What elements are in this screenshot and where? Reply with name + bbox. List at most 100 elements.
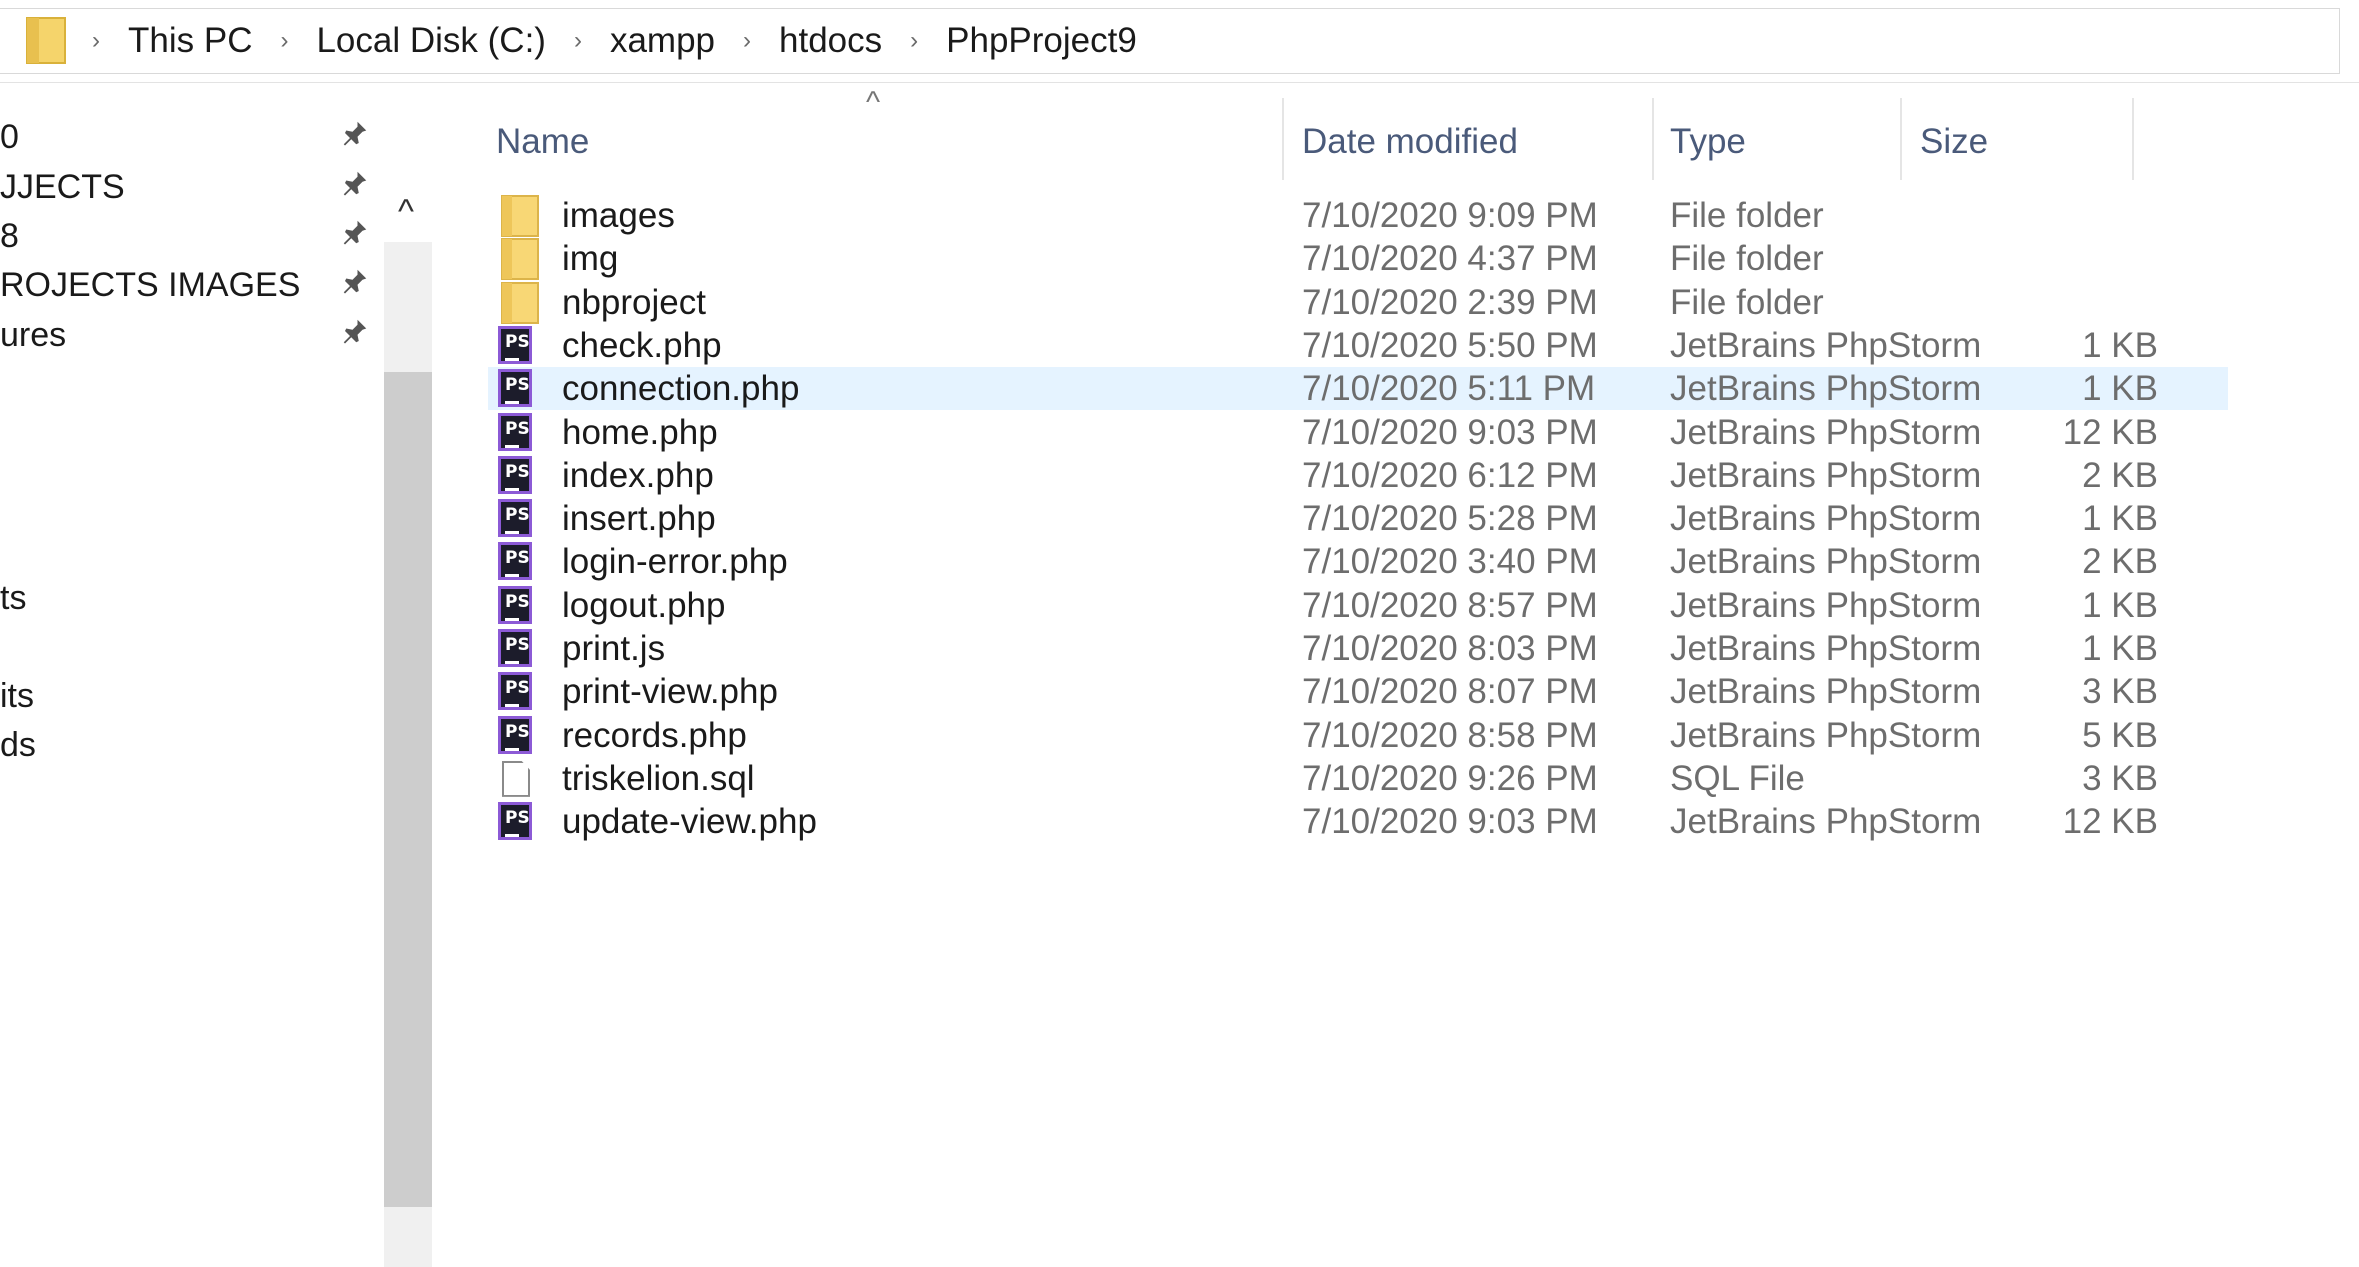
phpstorm-icon: PS xyxy=(498,412,532,451)
file-name: home.php xyxy=(562,412,718,452)
file-size: 1 KB xyxy=(2082,585,2158,625)
file-row[interactable]: PS update-view.php 7/10/2020 9:03 PM JetBra… xyxy=(488,800,2228,843)
breadcrumb-item[interactable]: Local Disk (C:) xyxy=(316,21,545,61)
file-size: 2 KB xyxy=(2082,542,2158,582)
file-size: 1 KB xyxy=(2082,325,2158,365)
file-row[interactable]: PS login-error.php 7/10/2020 3:40 PM JetBra… xyxy=(488,540,2228,583)
file-date-modified: 7/10/2020 8:57 PM xyxy=(1302,585,1598,625)
column-header-date[interactable]: Date modified xyxy=(1302,94,1662,190)
file-date-modified: 7/10/2020 9:09 PM xyxy=(1302,196,1598,235)
file-type: File folder xyxy=(1670,196,1824,235)
phpstorm-icon: PS xyxy=(498,455,532,494)
file-type: JetBrains PhpStorm xyxy=(1670,455,1982,495)
phpstorm-icon: PS xyxy=(498,499,532,538)
breadcrumb-item[interactable]: This PC xyxy=(128,21,252,61)
file-row[interactable]: PS home.php 7/10/2020 9:03 PM JetBrains Php… xyxy=(488,411,2228,454)
folder-icon xyxy=(498,192,544,238)
chevron-right-icon[interactable]: › xyxy=(743,27,751,55)
phpstorm-icon: PS xyxy=(498,585,532,624)
navigation-pane: ^ 0 JJECTS 8 ROJECTS IMAGES ures ts its ds xyxy=(0,82,436,1267)
nav-item[interactable]: ts xyxy=(0,568,26,628)
file-size: 12 KB xyxy=(2062,802,2158,842)
column-header-type[interactable]: Type xyxy=(1670,94,1900,190)
column-header-size[interactable]: Size xyxy=(1920,94,2080,190)
chevron-right-icon[interactable]: › xyxy=(910,27,918,55)
file-date-modified: 7/10/2020 5:50 PM xyxy=(1302,325,1598,365)
file-type: JetBrains PhpStorm xyxy=(1670,369,1982,409)
file-name: nbproject xyxy=(562,282,706,322)
file-date-modified: 7/10/2020 4:37 PM xyxy=(1302,239,1598,279)
file-name: records.php xyxy=(562,715,747,755)
file-date-modified: 7/10/2020 9:03 PM xyxy=(1302,802,1598,842)
file-date-modified: 7/10/2020 8:58 PM xyxy=(1302,715,1598,755)
file-icon xyxy=(502,760,530,797)
file-date-modified: 7/10/2020 5:28 PM xyxy=(1302,499,1598,539)
file-date-modified: 7/10/2020 8:03 PM xyxy=(1302,629,1598,668)
file-size: 1 KB xyxy=(2082,369,2158,409)
phpstorm-icon: PS xyxy=(498,672,532,711)
file-name: triskelion.sql xyxy=(562,758,755,798)
file-type: JetBrains PhpStorm xyxy=(1670,325,1982,365)
pin-icon[interactable] xyxy=(336,118,374,156)
file-type: JetBrains PhpStorm xyxy=(1670,715,1982,755)
breadcrumb-item[interactable]: xampp xyxy=(610,21,715,61)
column-divider[interactable] xyxy=(2132,98,2134,180)
file-name: images xyxy=(562,196,675,235)
file-type: JetBrains PhpStorm xyxy=(1670,412,1982,452)
breadcrumb-item[interactable]: PhpProject9 xyxy=(946,21,1137,61)
file-size xyxy=(1958,237,2158,280)
file-type: JetBrains PhpStorm xyxy=(1670,802,1982,842)
file-type: File folder xyxy=(1670,282,1824,322)
file-row[interactable]: PS insert.php 7/10/2020 5:28 PM JetBrains P… xyxy=(488,497,2228,540)
phpstorm-icon: PS xyxy=(498,715,532,754)
file-row[interactable]: PS records.php 7/10/2020 8:58 PM JetBrains … xyxy=(488,714,2228,757)
chevron-right-icon[interactable]: › xyxy=(92,27,100,55)
column-divider[interactable] xyxy=(1652,98,1654,180)
file-name: img xyxy=(562,239,619,279)
file-row[interactable]: images 7/10/2020 9:09 PM File folder xyxy=(488,194,2228,237)
file-row[interactable]: nbproject 7/10/2020 2:39 PM File folder xyxy=(488,281,2228,324)
file-name: update-view.php xyxy=(562,802,817,842)
nav-item[interactable]: ds xyxy=(0,715,36,775)
file-row[interactable]: PS index.php 7/10/2020 6:12 PM JetBrains Ph… xyxy=(488,454,2228,497)
phpstorm-icon: PS xyxy=(498,542,532,581)
file-size: 1 KB xyxy=(2082,629,2158,668)
file-name: insert.php xyxy=(562,499,716,539)
chevron-up-icon[interactable]: ^ xyxy=(384,190,428,234)
nav-item[interactable]: ures xyxy=(0,305,66,365)
breadcrumb-item[interactable]: htdocs xyxy=(779,21,882,61)
file-size: 3 KB xyxy=(2082,758,2158,798)
file-type: SQL File xyxy=(1670,758,1805,798)
file-row[interactable]: PS print-view.php 7/10/2020 8:07 PM JetBrai… xyxy=(488,670,2228,713)
pin-icon[interactable] xyxy=(336,217,374,255)
address-bar[interactable]: › This PC › Local Disk (C:) › xampp › htdocs › Ph… xyxy=(0,0,2359,83)
file-row[interactable]: PS check.php 7/10/2020 5:50 PM JetBrains Ph… xyxy=(488,324,2228,367)
file-row[interactable]: triskelion.sql 7/10/2020 9:26 PM SQL File 3… xyxy=(488,757,2228,800)
pin-icon[interactable] xyxy=(336,168,374,206)
file-name: logout.php xyxy=(562,585,726,625)
file-row[interactable]: PS print.js 7/10/2020 8:03 PM JetBrains Php… xyxy=(488,627,2228,670)
file-size: 5 KB xyxy=(2082,715,2158,755)
column-divider[interactable] xyxy=(1282,98,1284,180)
file-date-modified: 7/10/2020 8:07 PM xyxy=(1302,672,1598,712)
chevron-right-icon[interactable]: › xyxy=(280,27,288,55)
file-size xyxy=(1958,194,2158,237)
file-size: 3 KB xyxy=(2082,672,2158,712)
file-date-modified: 7/10/2020 9:03 PM xyxy=(1302,412,1598,452)
column-header-name[interactable]: Name xyxy=(496,94,1296,190)
file-name: connection.php xyxy=(562,369,800,409)
file-list: ^ Name Date modified Type Size images 7/1… xyxy=(436,82,2359,1185)
file-size: 12 KB xyxy=(2062,412,2158,452)
file-row[interactable]: PS logout.php 7/10/2020 8:57 PM JetBrains P… xyxy=(488,584,2228,627)
file-row[interactable]: PS connection.php 7/10/2020 5:11 PM JetBrai… xyxy=(488,367,2228,411)
pin-icon[interactable] xyxy=(336,266,374,304)
chevron-right-icon[interactable]: › xyxy=(574,27,582,55)
file-size: 1 KB xyxy=(2082,499,2158,539)
scrollbar-thumb[interactable] xyxy=(384,372,432,1207)
file-row[interactable]: img 7/10/2020 4:37 PM File folder xyxy=(488,237,2228,281)
column-divider[interactable] xyxy=(1900,98,1902,180)
pin-icon[interactable] xyxy=(336,316,374,354)
file-size xyxy=(1958,281,2158,324)
file-size: 2 KB xyxy=(2082,455,2158,495)
phpstorm-icon: PS xyxy=(498,802,532,841)
